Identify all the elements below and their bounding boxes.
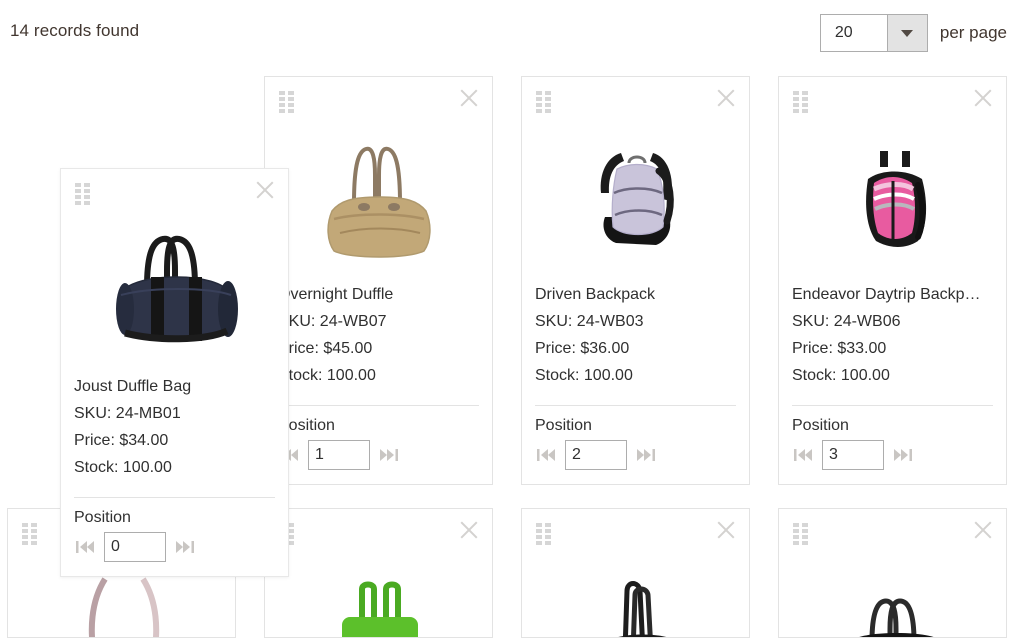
product-details: Joust Duffle Bag SKU: 24-MB01 Price: $34… — [61, 361, 288, 481]
grid-cell — [521, 508, 750, 638]
position-label: Position — [792, 417, 849, 434]
close-icon[interactable] — [713, 517, 739, 543]
grid-cell — [778, 508, 1007, 638]
skip-to-start-icon[interactable] — [792, 446, 814, 464]
product-card[interactable] — [264, 508, 493, 638]
product-card[interactable]: Driven Backpack SKU: 24-WB03 Price: $36.… — [521, 76, 750, 485]
product-card-header — [265, 77, 492, 117]
product-name: Joust Duffle Bag — [74, 378, 192, 395]
skip-to-end-icon[interactable] — [378, 446, 400, 464]
chevron-down-icon — [901, 29, 914, 37]
position-input[interactable] — [308, 440, 370, 470]
drag-handle-icon[interactable] — [793, 523, 808, 545]
product-card[interactable]: Overnight Duffle SKU: 24-WB07 Price: $45… — [264, 76, 493, 485]
product-card-header — [779, 77, 1006, 117]
product-price: Price: $33.00 — [792, 340, 887, 357]
product-card-header — [522, 509, 749, 549]
drag-handle-icon[interactable] — [22, 523, 37, 545]
position-input[interactable] — [104, 532, 166, 562]
product-card-header — [779, 509, 1006, 549]
position-control: Position — [265, 406, 492, 470]
close-icon[interactable] — [456, 517, 482, 543]
product-thumbnail — [779, 119, 1006, 269]
position-control: Position — [61, 498, 288, 562]
product-card-header — [265, 509, 492, 549]
drag-handle-icon[interactable] — [279, 91, 294, 113]
skip-to-end-icon[interactable] — [892, 446, 914, 464]
product-sku: SKU: 24-WB03 — [535, 313, 644, 330]
product-card[interactable] — [521, 508, 750, 638]
grid-cell — [264, 508, 493, 638]
close-icon[interactable] — [970, 517, 996, 543]
drag-handle-icon[interactable] — [536, 91, 551, 113]
product-thumbnail — [522, 119, 749, 269]
grid-toolbar: 14 records found 20 per page — [0, 0, 1017, 67]
product-sku: SKU: 24-WB07 — [278, 313, 387, 330]
position-stepper — [74, 532, 275, 562]
product-sku: SKU: 24-WB06 — [792, 313, 901, 330]
position-control: Position — [779, 406, 1006, 470]
product-name: Driven Backpack — [535, 286, 656, 303]
grid-cell: Overnight Duffle SKU: 24-WB07 Price: $45… — [264, 76, 493, 485]
position-stepper — [535, 440, 736, 470]
close-icon[interactable] — [456, 85, 482, 111]
product-details: Driven Backpack SKU: 24-WB03 Price: $36.… — [522, 269, 749, 389]
product-thumbnail — [522, 551, 749, 637]
product-card[interactable] — [778, 508, 1007, 638]
position-stepper — [792, 440, 993, 470]
position-input[interactable] — [822, 440, 884, 470]
close-icon[interactable] — [713, 85, 739, 111]
skip-to-end-icon[interactable] — [635, 446, 657, 464]
product-thumbnail — [265, 119, 492, 269]
position-control: Position — [522, 406, 749, 470]
position-label: Position — [535, 417, 592, 434]
skip-to-start-icon[interactable] — [535, 446, 557, 464]
dragged-product-card[interactable]: Joust Duffle Bag SKU: 24-MB01 Price: $34… — [60, 168, 289, 577]
per-page-select[interactable]: 20 — [819, 14, 928, 52]
product-price: Price: $45.00 — [278, 340, 373, 357]
close-icon[interactable] — [970, 85, 996, 111]
product-price: Price: $36.00 — [535, 340, 630, 357]
drag-handle-icon[interactable] — [536, 523, 551, 545]
product-thumbnail — [61, 211, 288, 361]
grid-cell: Endeavor Daytrip Backp… SKU: 24-WB06 Pri… — [778, 76, 1007, 485]
grid-cell: Driven Backpack SKU: 24-WB03 Price: $36.… — [521, 76, 750, 485]
product-price: Price: $34.00 — [74, 432, 169, 449]
product-name: Overnight Duffle — [278, 286, 394, 303]
per-page-dropdown-button[interactable] — [886, 15, 927, 51]
skip-to-end-icon[interactable] — [174, 538, 196, 556]
drag-handle-icon[interactable] — [793, 91, 808, 113]
close-icon[interactable] — [252, 177, 278, 203]
position-input[interactable] — [565, 440, 627, 470]
product-stock: Stock: 100.00 — [74, 459, 172, 476]
product-stock: Stock: 100.00 — [792, 367, 890, 384]
product-card-header — [522, 77, 749, 117]
product-thumbnail — [779, 551, 1006, 637]
product-details: Endeavor Daytrip Backp… SKU: 24-WB06 Pri… — [779, 269, 1006, 389]
product-name: Endeavor Daytrip Backp… — [792, 286, 981, 303]
product-sku: SKU: 24-MB01 — [74, 405, 181, 422]
skip-to-start-icon[interactable] — [74, 538, 96, 556]
product-stock: Stock: 100.00 — [535, 367, 633, 384]
product-details: Overnight Duffle SKU: 24-WB07 Price: $45… — [265, 269, 492, 389]
drag-handle-icon[interactable] — [75, 183, 90, 205]
position-stepper — [278, 440, 479, 470]
product-thumbnail — [265, 551, 492, 637]
product-card[interactable]: Endeavor Daytrip Backp… SKU: 24-WB06 Pri… — [778, 76, 1007, 485]
per-page-control: 20 per page — [819, 14, 1007, 52]
records-found-label: 14 records found — [10, 21, 140, 40]
per-page-label: per page — [939, 23, 1007, 42]
position-label: Position — [278, 417, 335, 434]
per-page-value[interactable]: 20 — [821, 15, 887, 51]
product-stock: Stock: 100.00 — [278, 367, 376, 384]
product-card-header — [61, 169, 288, 209]
position-label: Position — [74, 509, 131, 526]
